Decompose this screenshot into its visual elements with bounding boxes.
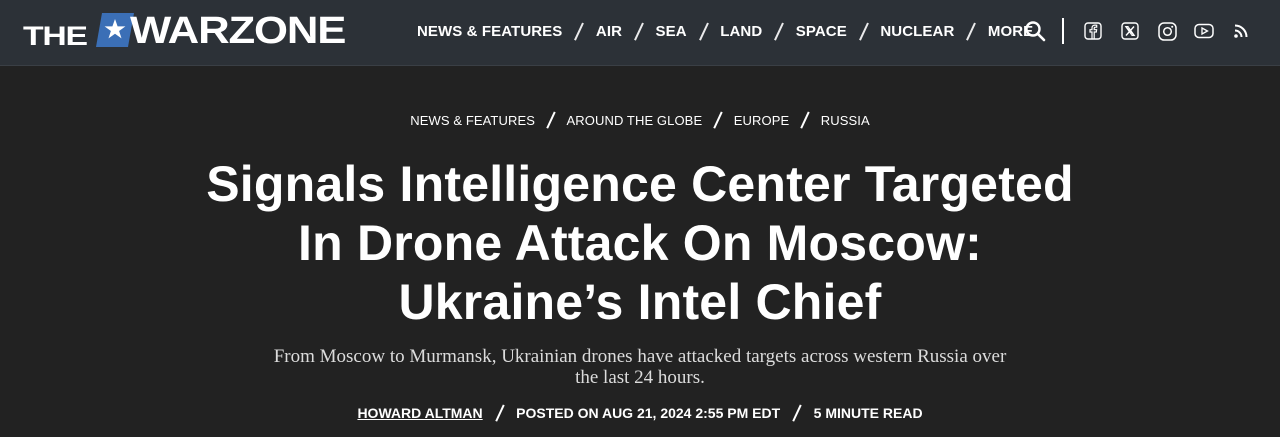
youtube-icon[interactable] <box>1193 20 1215 42</box>
breadcrumb-separator <box>546 111 556 129</box>
breadcrumb-europe[interactable]: EUROPE <box>734 113 790 128</box>
nav-separator <box>774 22 784 40</box>
byline-separator <box>792 404 802 422</box>
nav-separator <box>858 22 869 40</box>
nav-separator <box>698 22 709 40</box>
breadcrumb-russia[interactable]: RUSSIA <box>821 113 870 128</box>
posted-date: POSTED ON AUG 21, 2024 2:55 PM EDT <box>516 405 781 421</box>
article-byline: HOWARD ALTMAN POSTED ON AUG 21, 2024 2:5… <box>0 404 1280 422</box>
breadcrumb-separator <box>713 111 723 129</box>
nav-nuclear[interactable]: NUCLEAR <box>880 23 954 40</box>
nav-space[interactable]: SPACE <box>796 23 847 40</box>
x-icon[interactable] <box>1119 20 1141 42</box>
breadcrumb: NEWS & FEATURES AROUND THE GLOBE EUROPE … <box>0 111 1280 129</box>
rss-icon[interactable] <box>1230 20 1252 42</box>
site-header: THE WARZONE NEWS & FEATURES AIR SEA LAND… <box>0 0 1280 66</box>
nav-separator <box>966 22 976 40</box>
logo-name-text: WARZONE <box>130 10 346 52</box>
instagram-icon[interactable] <box>1156 20 1178 42</box>
site-logo[interactable]: THE WARZONE <box>23 11 346 51</box>
nav-separator <box>574 22 584 40</box>
facebook-icon[interactable] <box>1082 20 1104 42</box>
article-dek: From Moscow to Murmansk, Ukrainian drone… <box>273 346 1007 388</box>
nav-air[interactable]: AIR <box>596 23 622 40</box>
nav-sea[interactable]: SEA <box>656 23 687 40</box>
breadcrumb-news-features[interactable]: NEWS & FEATURES <box>410 113 535 128</box>
star-icon <box>96 13 134 47</box>
read-time: 5 MINUTE READ <box>813 405 923 421</box>
byline-separator <box>494 404 504 422</box>
nav-separator <box>634 22 644 40</box>
header-icons <box>1024 18 1252 44</box>
breadcrumb-separator <box>800 111 810 129</box>
article-header: NEWS & FEATURES AROUND THE GLOBE EUROPE … <box>0 67 1280 437</box>
logo-the-text: THE <box>23 20 88 51</box>
breadcrumb-around-the-globe[interactable]: AROUND THE GLOBE <box>567 113 703 128</box>
article-title: Signals Intelligence Center Targeted In … <box>206 156 1074 330</box>
nav-land[interactable]: LAND <box>720 23 762 40</box>
nav-news-features[interactable]: NEWS & FEATURES <box>417 23 562 40</box>
header-divider <box>1062 18 1064 44</box>
author-link[interactable]: HOWARD ALTMAN <box>357 405 482 421</box>
main-nav: NEWS & FEATURES AIR SEA LAND SPACE NUCLE… <box>417 20 1033 42</box>
search-icon[interactable] <box>1024 20 1046 42</box>
